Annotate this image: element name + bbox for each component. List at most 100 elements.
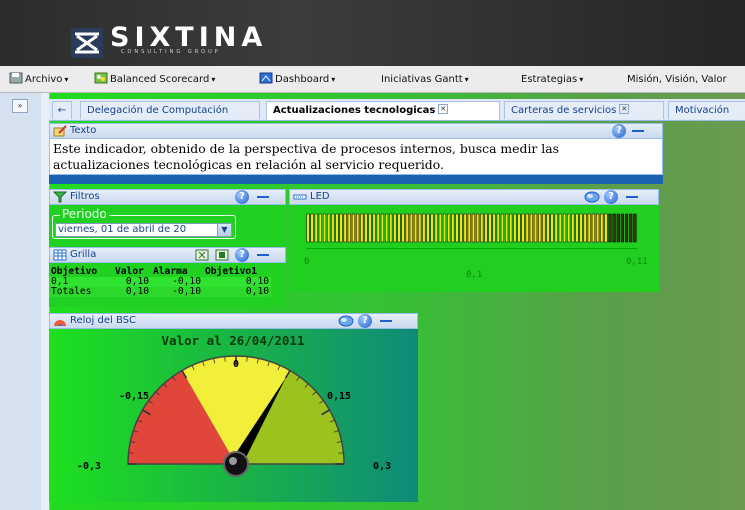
led-segment <box>343 213 347 243</box>
led-segment <box>418 213 422 243</box>
led-segment <box>322 213 327 243</box>
led-segment <box>587 213 591 243</box>
led-segment <box>521 213 525 243</box>
minimize-icon[interactable] <box>632 130 644 132</box>
menu-balanced-scorecard[interactable]: Balanced Scorecard ▾ <box>94 72 215 88</box>
export-pdf-icon[interactable] <box>215 249 229 261</box>
led-value-label: 0,1 <box>466 270 483 280</box>
led-segment <box>509 213 513 243</box>
gauge-label-max: 0,3 <box>373 461 391 472</box>
led-panel-header: LED ? <box>289 189 659 205</box>
led-title: LED <box>310 191 330 202</box>
led-segment <box>426 213 430 243</box>
tab-motivacion[interactable]: Motivación <box>668 101 745 119</box>
periodo-label: Periodo <box>60 207 109 221</box>
led-segment <box>525 213 529 243</box>
led-segment <box>467 213 471 243</box>
led-segment <box>331 213 335 243</box>
tab-delegacion[interactable]: Delegación de Computación <box>80 101 260 119</box>
close-tab-icon[interactable]: ✕ <box>619 104 630 114</box>
led-segment <box>492 213 496 243</box>
led-segment <box>529 213 534 243</box>
led-segment <box>500 213 505 243</box>
led-segment <box>409 213 414 243</box>
led-segment <box>538 213 542 243</box>
led-segment <box>558 213 562 243</box>
led-segment <box>595 213 600 243</box>
led-segment <box>364 213 368 243</box>
tab-label: Carteras de servicios <box>511 105 617 116</box>
tab-actualizaciones[interactable]: Actualizaciones tecnologicas ✕ <box>266 101 500 120</box>
refresh-icon[interactable] <box>338 315 354 327</box>
periodo-select[interactable]: viernes, 01 de abril de 20 ▼ <box>55 223 232 237</box>
led-segment <box>455 213 459 243</box>
menu-balanced-scorecard-label: Balanced Scorecard <box>110 74 210 85</box>
led-segment <box>608 213 612 243</box>
led-axis <box>306 248 637 249</box>
chevron-down-icon[interactable]: ▼ <box>217 224 231 236</box>
table-row-totals[interactable]: Totales 0,10 -0,10 0,10 <box>49 287 271 297</box>
led-max-label: 0,11 <box>626 257 648 267</box>
minimize-icon[interactable] <box>257 254 269 256</box>
expand-rail-button[interactable]: » <box>12 99 28 113</box>
reloj-panel-header: Reloj del BSC ? <box>49 313 418 329</box>
led-segment <box>447 213 451 243</box>
minimize-icon[interactable] <box>380 320 392 322</box>
logo-mark-icon <box>71 28 103 58</box>
cell: Totales <box>49 287 113 297</box>
gauge-tick <box>246 356 248 362</box>
minimize-icon[interactable] <box>626 196 638 198</box>
gauge-chart: Valor al 26/04/2011 0 -0,15 0,15 -0,3 0,… <box>77 333 391 477</box>
led-segment <box>351 213 356 243</box>
led-segment <box>442 213 447 243</box>
gauge-label-zero: 0 <box>233 359 239 370</box>
help-icon[interactable]: ? <box>235 248 249 262</box>
help-icon[interactable]: ? <box>604 190 618 204</box>
close-tab-icon[interactable]: ✕ <box>438 104 449 114</box>
led-segment <box>496 213 500 243</box>
led-segment <box>579 213 583 243</box>
led-segment <box>397 213 401 243</box>
texto-body: Este indicador, obtenido de la perspecti… <box>49 139 663 175</box>
grilla-table: Objetivo Valor Alarma Objetivo1 0,1 0,10… <box>49 266 271 297</box>
menu-archivo[interactable]: Archivo ▾ <box>9 72 68 88</box>
led-segment <box>401 213 405 243</box>
grilla-title: Grilla <box>70 249 97 260</box>
led-segment <box>314 213 318 243</box>
tab-label: Motivación <box>675 105 730 116</box>
led-segment <box>384 213 389 243</box>
menu-dashboard-label: Dashboard <box>275 74 330 85</box>
led-segment <box>360 213 364 243</box>
tab-carteras[interactable]: Carteras de servicios ✕ <box>504 101 664 119</box>
led-segment <box>356 213 360 243</box>
menu-iniciativas-gantt-label: Iniciativas Gantt <box>381 74 463 85</box>
tab-scroll-left[interactable]: ← <box>52 101 72 119</box>
arrow-left-icon: ← <box>57 105 67 116</box>
help-icon[interactable]: ? <box>235 190 249 204</box>
side-rail <box>0 93 42 510</box>
led-segment <box>600 213 604 243</box>
gauge-bands <box>127 355 345 465</box>
menu-iniciativas-gantt[interactable]: Iniciativas Gantt ▾ <box>381 72 469 88</box>
cell: -0,10 <box>151 287 203 297</box>
help-icon[interactable]: ? <box>358 314 372 328</box>
led-segment <box>389 213 393 243</box>
menu-dashboard[interactable]: Dashboard ▾ <box>259 72 335 88</box>
refresh-icon[interactable] <box>584 191 600 203</box>
led-segment <box>422 213 426 243</box>
led-segment <box>459 213 463 243</box>
menu-estrategias[interactable]: Estrategias ▾ <box>521 72 583 88</box>
brand-tagline: CONSULTING GROUP <box>121 49 221 55</box>
led-segment <box>480 213 484 243</box>
led-segment <box>567 213 571 243</box>
led-segment <box>633 213 637 243</box>
menu-mision-vision[interactable]: Misión, Visión, Valor <box>627 72 727 88</box>
export-excel-icon[interactable] <box>195 249 209 261</box>
minimize-icon[interactable] <box>257 196 269 198</box>
gauge-caption: Valor al 26/04/2011 <box>162 333 305 348</box>
led-segment <box>562 213 567 243</box>
help-icon[interactable]: ? <box>612 124 626 138</box>
led-segment <box>306 213 310 243</box>
menu-archivo-label: Archivo <box>25 74 63 85</box>
texto-footer-bar <box>49 175 663 184</box>
